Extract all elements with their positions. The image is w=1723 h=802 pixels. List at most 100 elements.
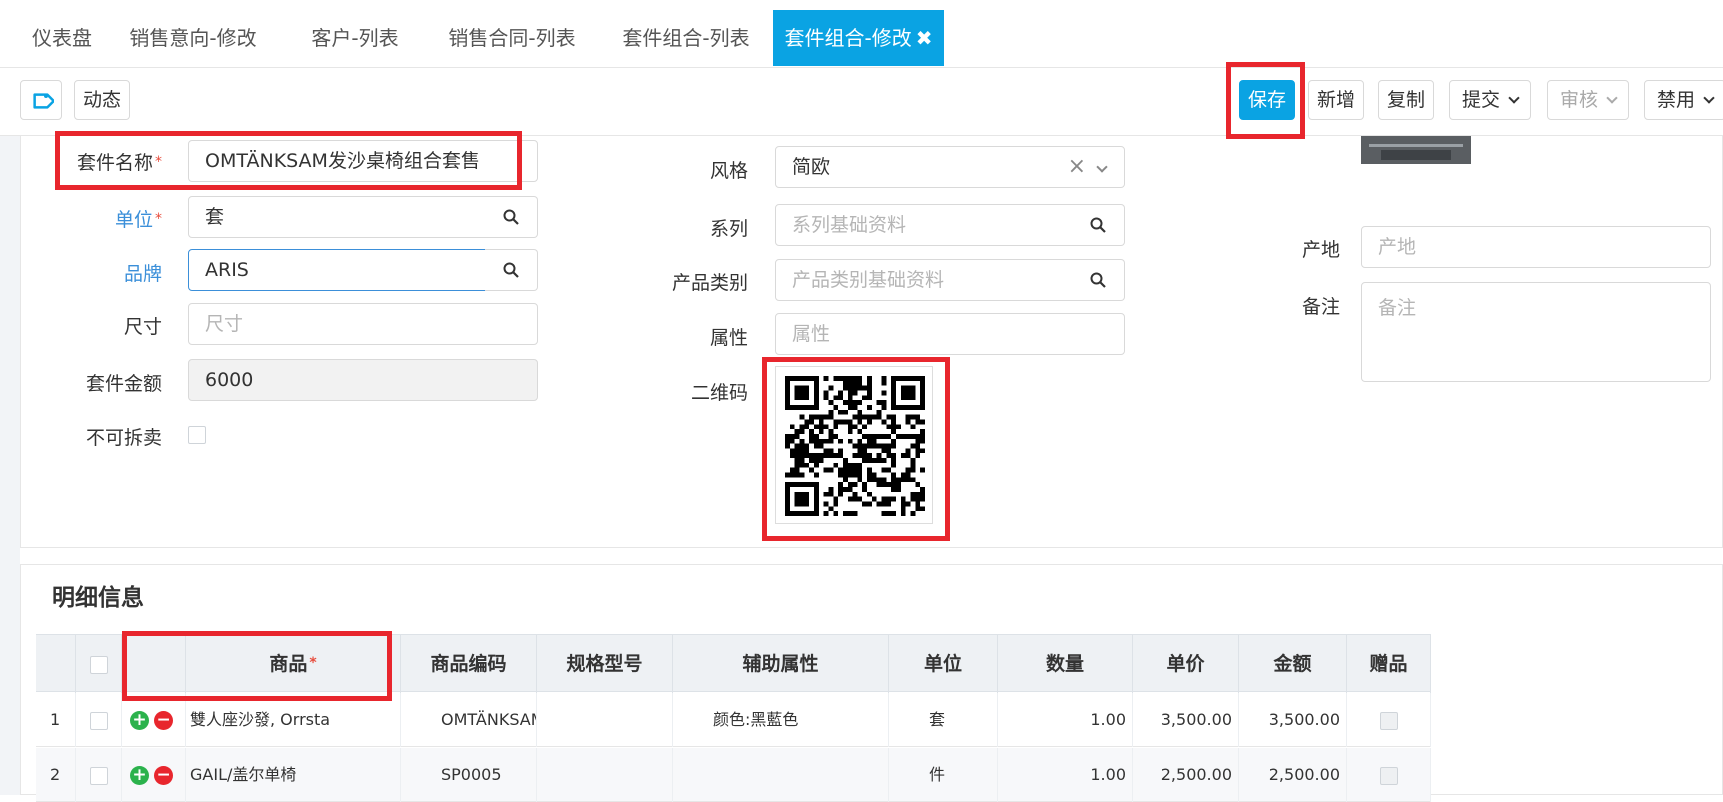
tab-kit-list[interactable]: 套件组合-列表 [612, 10, 760, 66]
row-product[interactable]: GAIL/盖尔单椅 [186, 748, 401, 802]
row-aux[interactable] [673, 748, 889, 802]
left-strip [0, 136, 20, 795]
row-aux[interactable]: 颜色:黑藍色 [673, 693, 889, 747]
col-price: 单价 [1133, 635, 1239, 693]
col-aux: 辅助属性 [673, 635, 889, 693]
remove-row-icon[interactable]: − [154, 711, 174, 730]
dynamic-button[interactable]: 动态 [74, 80, 130, 120]
brand-search-button[interactable] [485, 249, 538, 291]
style-value: 简欧 [792, 156, 831, 178]
category-label: 产品类别 [671, 272, 748, 294]
row-index: 1 [36, 693, 76, 747]
row-gift [1347, 693, 1431, 747]
submit-label: 提交 [1461, 89, 1500, 111]
brand-field[interactable]: ARIS [188, 249, 486, 291]
qrcode-icon [785, 376, 925, 516]
attribute-label: 属性 [709, 327, 748, 349]
row-code: OMTÄNKSAM [401, 693, 537, 747]
kit-name-label: 套件名称 * [76, 152, 162, 174]
row-price[interactable]: 3,500.00 [1133, 693, 1239, 747]
col-unit: 单位 [889, 635, 998, 693]
clear-icon[interactable]: × [1068, 147, 1086, 187]
col-gift: 赠品 [1347, 635, 1431, 693]
search-icon [1090, 272, 1106, 288]
chevron-down-icon [1606, 92, 1618, 104]
toolbar: 动态 保存 新增 复制 提交 审核 禁用 [0, 68, 1723, 136]
copy-button[interactable]: 复制 [1378, 80, 1434, 120]
qrcode-label: 二维码 [690, 382, 748, 404]
row-checkbox[interactable] [89, 711, 108, 730]
row-gift [1347, 748, 1431, 802]
origin-field[interactable]: 产地 [1361, 226, 1711, 268]
kit-name-field[interactable]: OMTÄNKSAM发沙桌椅组合套售 [188, 140, 538, 182]
close-icon[interactable]: ✖ [916, 26, 933, 50]
row-amount: 3,500.00 [1239, 693, 1347, 747]
chevron-down-icon [1703, 92, 1715, 104]
tab-kit-edit-label: 套件组合-修改 [784, 26, 912, 50]
tab-sales-contract-list[interactable]: 销售合同-列表 [438, 10, 586, 66]
tab-dashboard[interactable]: 仪表盘 [14, 10, 110, 66]
row-product[interactable]: 雙人座沙發, Orrsta [186, 693, 401, 747]
row-actions: + − [122, 748, 186, 802]
row-select [76, 693, 122, 747]
series-field[interactable]: 系列基础资料 [775, 204, 1073, 246]
origin-label: 产地 [1301, 239, 1340, 261]
add-row-icon[interactable]: + [130, 711, 149, 730]
row-select [76, 748, 122, 802]
kit-amount-label: 套件金额 [85, 373, 162, 395]
row-index: 2 [36, 748, 76, 802]
style-label: 风格 [709, 160, 748, 182]
audit-dropdown[interactable]: 审核 [1547, 80, 1629, 120]
qrcode-image [775, 366, 933, 524]
row-amount: 2,500.00 [1239, 748, 1347, 802]
tag-button[interactable] [20, 80, 62, 120]
row-qty[interactable]: 1.00 [998, 693, 1133, 747]
remark-textarea[interactable]: 备注 [1361, 282, 1711, 382]
chevron-down-icon [1096, 161, 1108, 173]
row-price[interactable]: 2,500.00 [1133, 748, 1239, 802]
series-search-button[interactable] [1072, 204, 1125, 246]
save-button[interactable]: 保存 [1239, 80, 1295, 120]
col-code: 商品编码 [401, 635, 537, 693]
remark-label: 备注 [1301, 296, 1340, 318]
col-product: 商品 * [186, 635, 401, 693]
tab-kit-edit[interactable]: 套件组合-修改 ✖ [773, 10, 944, 66]
category-search-button[interactable] [1072, 259, 1125, 301]
row-qty[interactable]: 1.00 [998, 748, 1133, 802]
add-row-icon[interactable]: + [130, 766, 149, 785]
unit-field[interactable]: 套 [188, 196, 486, 238]
row-spec[interactable] [537, 693, 673, 747]
table-row: 2 + − GAIL/盖尔单椅 SP0005 件 1.00 2,500.00 2… [36, 748, 1431, 802]
size-field[interactable]: 尺寸 [188, 303, 538, 345]
chevron-down-icon [1508, 92, 1520, 104]
style-select[interactable]: 简欧 × [775, 146, 1125, 188]
size-label: 尺寸 [123, 316, 162, 338]
brand-label[interactable]: 品牌 [66, 259, 162, 286]
tab-customer-list[interactable]: 客户-列表 [296, 10, 414, 66]
unit-label[interactable]: 单位 * [66, 205, 162, 232]
category-field[interactable]: 产品类别基础资料 [775, 259, 1073, 301]
gift-checkbox[interactable] [1379, 711, 1398, 730]
col-amount: 金额 [1239, 635, 1347, 693]
remove-row-icon[interactable]: − [154, 766, 174, 785]
select-all-checkbox[interactable] [89, 655, 108, 674]
search-icon [503, 209, 519, 225]
col-spec: 规格型号 [537, 635, 673, 693]
new-button[interactable]: 新增 [1308, 80, 1364, 120]
row-checkbox[interactable] [89, 766, 108, 785]
tab-sales-intent-edit[interactable]: 销售意向-修改 [118, 10, 268, 66]
search-icon [1090, 217, 1106, 233]
row-code: SP0005 [401, 748, 537, 802]
not-split-checkbox[interactable] [188, 426, 206, 444]
disable-dropdown[interactable]: 禁用 [1644, 80, 1723, 120]
unit-search-button[interactable] [485, 196, 538, 238]
col-qty: 数量 [998, 635, 1133, 693]
row-actions: + − [122, 693, 186, 747]
gift-checkbox[interactable] [1379, 766, 1398, 785]
submit-dropdown[interactable]: 提交 [1449, 80, 1531, 120]
product-thumbnail [1361, 136, 1471, 164]
attribute-field[interactable]: 属性 [775, 313, 1125, 355]
detail-table-header: 商品 * 商品编码 规格型号 辅助属性 单位 数量 单价 金额 赠品 [36, 634, 1431, 693]
row-spec[interactable] [537, 748, 673, 802]
detail-title: 明细信息 [52, 585, 144, 611]
